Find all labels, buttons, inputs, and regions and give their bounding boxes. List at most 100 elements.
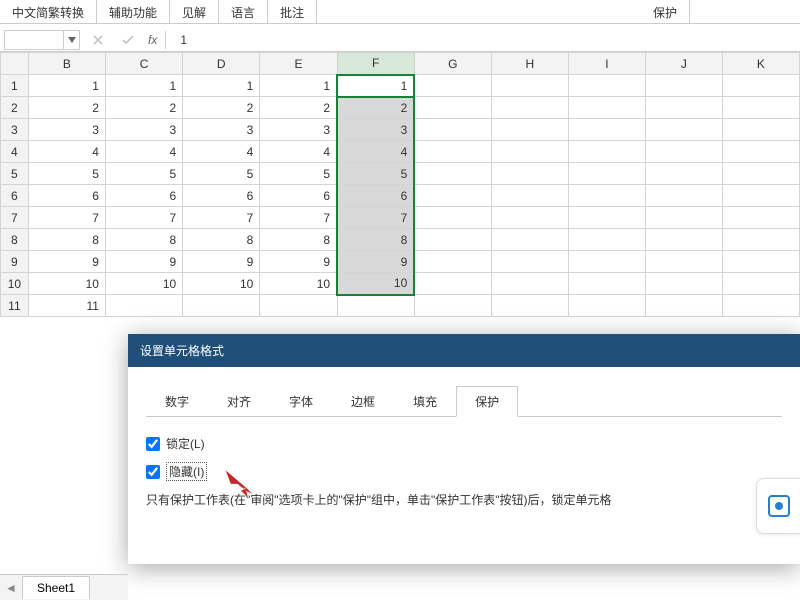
cell[interactable]: 4 [260, 141, 337, 163]
cell[interactable]: 4 [337, 141, 414, 163]
cell[interactable] [260, 295, 337, 317]
cell[interactable] [645, 185, 722, 207]
cell[interactable]: 7 [105, 207, 182, 229]
dialog-tab-fill[interactable]: 填充 [394, 386, 456, 417]
cell[interactable]: 6 [28, 185, 105, 207]
cell[interactable] [722, 185, 799, 207]
cell[interactable]: 7 [183, 207, 260, 229]
dialog-tab-font[interactable]: 字体 [270, 386, 332, 417]
cell[interactable] [105, 295, 182, 317]
cell[interactable] [722, 295, 799, 317]
formula-input[interactable] [172, 30, 800, 50]
accept-formula-button[interactable] [116, 30, 140, 50]
ribbon-tab-comments[interactable]: 批注 [268, 0, 317, 23]
cell[interactable]: 8 [28, 229, 105, 251]
cell[interactable] [568, 97, 645, 119]
row-header[interactable]: 6 [1, 185, 29, 207]
cell[interactable] [722, 141, 799, 163]
cell[interactable] [722, 273, 799, 295]
ribbon-tab-insight[interactable]: 见解 [170, 0, 219, 23]
cell[interactable]: 2 [28, 97, 105, 119]
cell[interactable] [491, 163, 568, 185]
ribbon-tab-convert[interactable]: 中文简繁转换 [0, 0, 97, 23]
col-header[interactable]: I [568, 53, 645, 75]
cell[interactable]: 10 [105, 273, 182, 295]
cell[interactable] [414, 75, 491, 97]
cell[interactable] [568, 75, 645, 97]
col-header[interactable]: C [105, 53, 182, 75]
cell[interactable] [645, 207, 722, 229]
col-header[interactable]: F [337, 53, 414, 75]
cell[interactable] [414, 207, 491, 229]
col-header[interactable]: J [645, 53, 722, 75]
cell[interactable]: 4 [28, 141, 105, 163]
cell[interactable] [491, 251, 568, 273]
cell[interactable] [491, 97, 568, 119]
cell[interactable] [645, 119, 722, 141]
cell[interactable] [722, 119, 799, 141]
cancel-formula-button[interactable] [86, 30, 110, 50]
cell[interactable] [414, 185, 491, 207]
select-all-corner[interactable] [1, 53, 29, 75]
cell[interactable] [568, 207, 645, 229]
cell[interactable] [414, 295, 491, 317]
cell[interactable] [491, 141, 568, 163]
cell[interactable]: 1 [105, 75, 182, 97]
cell[interactable] [568, 229, 645, 251]
cell[interactable] [568, 251, 645, 273]
cell[interactable] [414, 229, 491, 251]
cell[interactable] [414, 141, 491, 163]
cell[interactable] [414, 97, 491, 119]
hidden-checkbox[interactable] [146, 465, 160, 479]
cell[interactable]: 6 [105, 185, 182, 207]
cell[interactable] [645, 141, 722, 163]
row-header[interactable]: 4 [1, 141, 29, 163]
cell[interactable] [645, 97, 722, 119]
side-float-button[interactable] [756, 478, 800, 534]
cell[interactable] [568, 185, 645, 207]
cell[interactable]: 9 [337, 251, 414, 273]
cell[interactable]: 8 [183, 229, 260, 251]
cell[interactable] [568, 119, 645, 141]
cell[interactable]: 11 [28, 295, 105, 317]
sheet-tab[interactable]: Sheet1 [22, 576, 90, 599]
cell[interactable] [722, 163, 799, 185]
col-header[interactable]: D [183, 53, 260, 75]
cell[interactable]: 5 [183, 163, 260, 185]
ribbon-tab-protect[interactable]: 保护 [641, 0, 690, 23]
cell[interactable]: 8 [260, 229, 337, 251]
cell[interactable] [337, 295, 414, 317]
dialog-tab-border[interactable]: 边框 [332, 386, 394, 417]
cell[interactable]: 3 [105, 119, 182, 141]
cell[interactable]: 2 [105, 97, 182, 119]
cell[interactable]: 3 [260, 119, 337, 141]
name-box[interactable] [4, 30, 64, 50]
cell[interactable]: 9 [105, 251, 182, 273]
ribbon-tab-accessibility[interactable]: 辅助功能 [97, 0, 170, 23]
cell[interactable]: 9 [28, 251, 105, 273]
dialog-title[interactable]: 设置单元格格式 [128, 334, 800, 367]
cell[interactable] [491, 295, 568, 317]
cell[interactable] [722, 75, 799, 97]
cell[interactable]: 7 [337, 207, 414, 229]
cell[interactable]: 10 [28, 273, 105, 295]
row-header[interactable]: 8 [1, 229, 29, 251]
cell[interactable]: 5 [28, 163, 105, 185]
cell[interactable] [645, 273, 722, 295]
cell[interactable] [414, 163, 491, 185]
row-header[interactable]: 9 [1, 251, 29, 273]
row-header[interactable]: 7 [1, 207, 29, 229]
cell[interactable]: 7 [28, 207, 105, 229]
cell[interactable] [645, 163, 722, 185]
cell[interactable]: 4 [183, 141, 260, 163]
dialog-tab-number[interactable]: 数字 [146, 386, 208, 417]
cell[interactable] [491, 207, 568, 229]
cell[interactable]: 9 [260, 251, 337, 273]
cell[interactable] [645, 75, 722, 97]
cell[interactable] [568, 295, 645, 317]
cell[interactable] [568, 273, 645, 295]
cell[interactable]: 3 [337, 119, 414, 141]
cell[interactable]: 4 [105, 141, 182, 163]
cell[interactable]: 2 [260, 97, 337, 119]
cell[interactable]: 1 [260, 75, 337, 97]
